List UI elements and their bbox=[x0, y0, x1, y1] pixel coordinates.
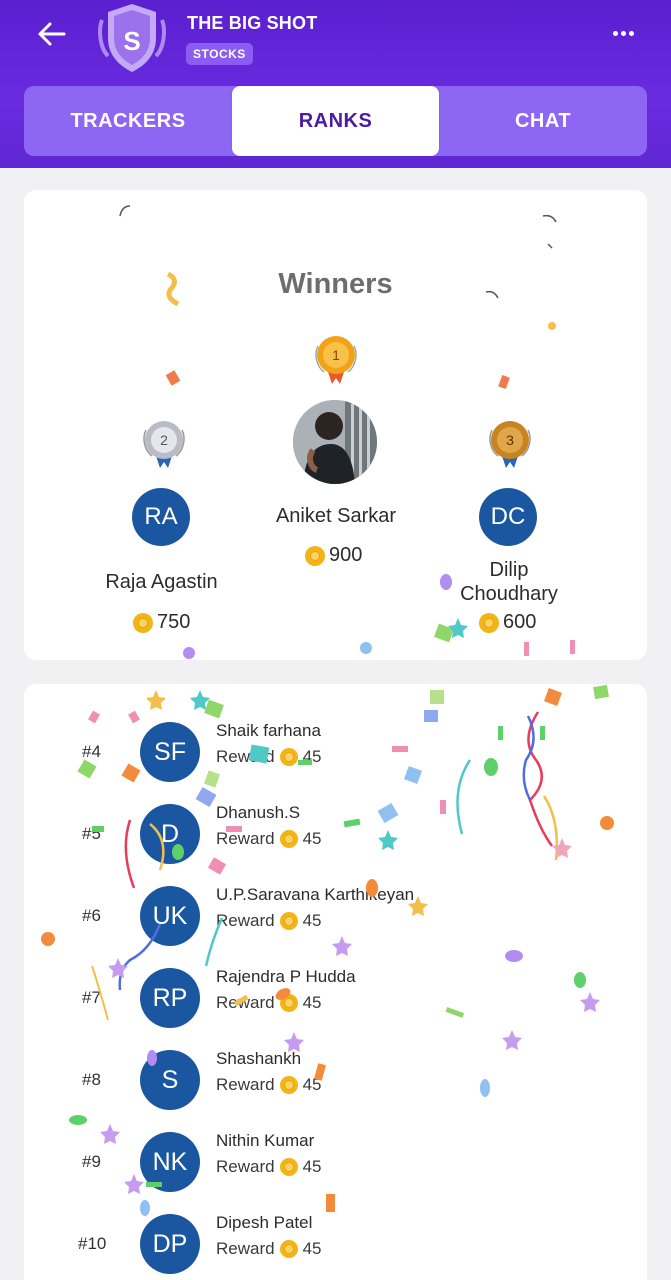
reward-label: Reward bbox=[216, 993, 275, 1012]
coin-icon bbox=[133, 612, 153, 633]
second-winner-avatar[interactable]: RA bbox=[132, 488, 190, 546]
list-item[interactable]: #7 RP Rajendra P Hudda Reward 45 bbox=[24, 967, 647, 1049]
coin-icon bbox=[279, 912, 298, 930]
profile-photo bbox=[293, 400, 377, 484]
participant-name: Shashankh bbox=[216, 1049, 302, 1068]
winners-card: Winners 1 Aniket Sarkar 900 2 RA Raja Ag… bbox=[24, 190, 647, 660]
participant-name: U.P.Saravana Karthikeyan bbox=[216, 885, 415, 904]
rank-number: #10 bbox=[78, 1234, 107, 1253]
third-winner-avatar[interactable]: DC bbox=[479, 488, 537, 546]
coin-icon bbox=[479, 612, 499, 633]
rank-number: #9 bbox=[82, 1152, 101, 1171]
second-rank-number: 2 bbox=[160, 432, 168, 448]
list-item[interactable]: #10 DP Dipesh Patel Reward 45 bbox=[24, 1213, 647, 1280]
winners-title: Winners bbox=[278, 268, 393, 300]
tab-bar: TRACKERS RANKS CHAT bbox=[24, 86, 647, 156]
second-winner-points: 750 bbox=[133, 611, 190, 634]
reward-value: 45 bbox=[302, 829, 322, 848]
avatar[interactable]: NK bbox=[140, 1132, 200, 1192]
rank-number: #4 bbox=[82, 742, 101, 761]
list-item[interactable]: #5 D Dhanush.S Reward 45 bbox=[24, 803, 647, 885]
second-winner-points-value: 750 bbox=[157, 611, 191, 633]
third-winner-points: 600 bbox=[479, 611, 536, 634]
second-winner-name: Raja Agastin bbox=[105, 571, 218, 593]
list-item[interactable]: #8 S Shashankh Reward 45 bbox=[24, 1049, 647, 1131]
app-header: S THE BIG SHOT STOCKS TRACKERS RANKS CHA… bbox=[0, 0, 671, 168]
list-item[interactable]: #9 NK Nithin Kumar Reward 45 bbox=[24, 1131, 647, 1213]
reward: Reward 45 bbox=[216, 1239, 322, 1259]
bronze-medal-icon: 3 bbox=[486, 418, 534, 479]
third-rank-number: 3 bbox=[506, 432, 514, 448]
reward: Reward 45 bbox=[216, 1157, 322, 1177]
avatar[interactable]: RP bbox=[140, 968, 200, 1028]
category-tag: STOCKS bbox=[186, 43, 253, 65]
reward: Reward 45 bbox=[216, 911, 322, 931]
rank-number: #6 bbox=[82, 906, 101, 925]
tab-trackers[interactable]: TRACKERS bbox=[24, 86, 232, 156]
first-winner-points-value: 900 bbox=[329, 544, 363, 566]
participant-name: Dipesh Patel bbox=[216, 1213, 313, 1232]
reward-value: 45 bbox=[302, 911, 322, 930]
rank-number: #5 bbox=[82, 824, 101, 843]
svg-text:S: S bbox=[123, 26, 140, 56]
avatar[interactable]: S bbox=[140, 1050, 200, 1110]
reward-label: Reward bbox=[216, 1157, 275, 1176]
rank-list: #4 SF Shaik farhana Reward 45 #5 D Dhanus… bbox=[24, 684, 647, 1280]
reward-label: Reward bbox=[216, 1075, 275, 1094]
coin-icon bbox=[279, 994, 298, 1012]
reward-value: 45 bbox=[302, 1157, 322, 1176]
reward-value: 45 bbox=[302, 747, 322, 766]
third-winner-name: Dilip Choudhary bbox=[434, 558, 584, 606]
participant-name: Rajendra P Hudda bbox=[216, 967, 356, 986]
more-options-button[interactable] bbox=[606, 22, 642, 44]
reward-label: Reward bbox=[216, 747, 275, 766]
more-icon-dot bbox=[629, 31, 634, 36]
rank-number: #7 bbox=[82, 988, 101, 1007]
avatar[interactable]: UK bbox=[140, 886, 200, 946]
back-button[interactable] bbox=[34, 16, 70, 52]
gold-medal-icon: 1 bbox=[312, 332, 360, 395]
reward-value: 45 bbox=[302, 1239, 322, 1258]
third-winner-name-line2: Choudhary bbox=[460, 583, 558, 605]
coin-icon bbox=[279, 1076, 298, 1094]
coin-icon bbox=[279, 1158, 298, 1176]
more-icon-dot bbox=[621, 31, 626, 36]
first-winner-avatar[interactable] bbox=[293, 400, 377, 484]
rank-number: #8 bbox=[82, 1070, 101, 1089]
avatar[interactable]: SF bbox=[140, 722, 200, 782]
third-winner-name-line1: Dilip bbox=[489, 559, 529, 581]
arrow-left-icon bbox=[38, 22, 66, 46]
coin-icon bbox=[279, 748, 298, 766]
reward-label: Reward bbox=[216, 829, 275, 848]
reward: Reward 45 bbox=[216, 747, 322, 767]
participant-name: Dhanush.S bbox=[216, 803, 301, 822]
coin-icon bbox=[305, 545, 325, 566]
challenge-title: THE BIG SHOT bbox=[187, 13, 318, 33]
silver-medal-icon: 2 bbox=[140, 418, 188, 479]
challenge-badge: S bbox=[96, 0, 168, 76]
first-winner-points: 900 bbox=[305, 544, 362, 567]
reward: Reward 45 bbox=[216, 1075, 322, 1095]
reward-label: Reward bbox=[216, 1239, 275, 1258]
reward: Reward 45 bbox=[216, 993, 322, 1013]
avatar[interactable]: D bbox=[140, 804, 200, 864]
first-winner-name: Aniket Sarkar bbox=[275, 505, 397, 527]
third-winner-points-value: 600 bbox=[503, 611, 537, 633]
shield-icon: S bbox=[98, 4, 166, 72]
reward: Reward 45 bbox=[216, 829, 322, 849]
participant-name: Shaik farhana bbox=[216, 721, 321, 740]
reward-label: Reward bbox=[216, 911, 275, 930]
reward-value: 45 bbox=[302, 1075, 322, 1094]
participant-name: Nithin Kumar bbox=[216, 1131, 315, 1150]
reward-value: 45 bbox=[302, 993, 322, 1012]
list-item[interactable]: #4 SF Shaik farhana Reward 45 bbox=[24, 721, 647, 803]
list-item[interactable]: #6 UK U.P.Saravana Karthikeyan Reward 45 bbox=[24, 885, 647, 967]
avatar[interactable]: DP bbox=[140, 1214, 200, 1274]
more-icon bbox=[613, 31, 618, 36]
coin-icon bbox=[279, 1240, 298, 1258]
first-rank-number: 1 bbox=[332, 347, 340, 363]
tab-chat[interactable]: CHAT bbox=[439, 86, 647, 156]
tab-ranks[interactable]: RANKS bbox=[232, 86, 439, 156]
coin-icon bbox=[279, 830, 298, 848]
